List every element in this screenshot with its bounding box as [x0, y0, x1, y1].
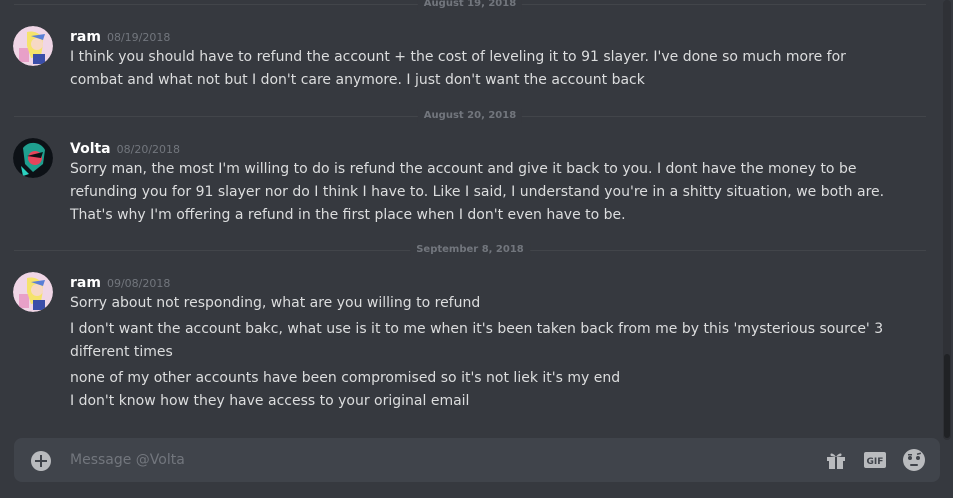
user-avatar-image: [13, 138, 53, 178]
message-group: ram 09/08/2018 Sorry about not responding…: [0, 272, 930, 422]
avatar[interactable]: [13, 26, 53, 66]
username[interactable]: Volta: [70, 141, 111, 157]
message-text: I don't know how they have access to you…: [70, 393, 470, 409]
username[interactable]: ram: [70, 275, 101, 291]
svg-text:GIF: GIF: [867, 457, 884, 467]
gif-icon[interactable]: GIF: [863, 448, 887, 472]
scrollbar-thumb[interactable]: [944, 354, 950, 438]
date-divider-label: August 19, 2018: [417, 0, 523, 11]
plus-circle-icon[interactable]: [30, 450, 52, 472]
date-divider: September 8, 2018: [14, 243, 926, 257]
message-text: Sorry about not responding, what are you…: [70, 295, 481, 311]
avatar[interactable]: [13, 272, 53, 312]
message-group: ram 08/19/2018 I think you should have to…: [0, 26, 930, 96]
message-header: Volta 08/20/2018: [70, 138, 181, 157]
gift-icon[interactable]: [824, 448, 848, 472]
message-text: none of my other accounts have been comp…: [70, 370, 621, 386]
date-divider: August 19, 2018: [14, 0, 926, 11]
message-header: ram 09/08/2018: [70, 272, 171, 291]
message-text: Sorry man, the most I'm willing to do is…: [70, 161, 885, 223]
message-composer: Message @Volta GIF: [14, 438, 940, 482]
message-content: Sorry man, the most I'm willing to do is…: [70, 158, 900, 227]
date-divider: August 20, 2018: [14, 109, 926, 123]
timestamp: 09/08/2018: [106, 277, 171, 290]
timestamp: 08/20/2018: [116, 143, 181, 156]
message-content: I think you should have to refund the ac…: [70, 46, 900, 92]
user-avatar-image: [13, 272, 53, 312]
message-input[interactable]: Message @Volta: [70, 450, 185, 470]
emoji-icon[interactable]: [902, 448, 926, 472]
timestamp: 08/19/2018: [106, 31, 171, 44]
message-text: I think you should have to refund the ac…: [70, 49, 846, 88]
date-divider-label: September 8, 2018: [410, 243, 530, 257]
avatar[interactable]: [13, 138, 53, 178]
message-text: I don't want the account bakc, what use …: [70, 321, 884, 360]
message-header: ram 08/19/2018: [70, 26, 171, 45]
user-avatar-image: [13, 26, 53, 66]
date-divider-label: August 20, 2018: [417, 109, 523, 123]
dm-chat-view: August 19, 2018 ram 08/19/2018 I think yo…: [0, 0, 953, 498]
message-content: Sorry about not responding, what are you…: [70, 292, 900, 413]
username[interactable]: ram: [70, 29, 101, 45]
message-group: Volta 08/20/2018 Sorry man, the most I'm …: [0, 138, 930, 230]
